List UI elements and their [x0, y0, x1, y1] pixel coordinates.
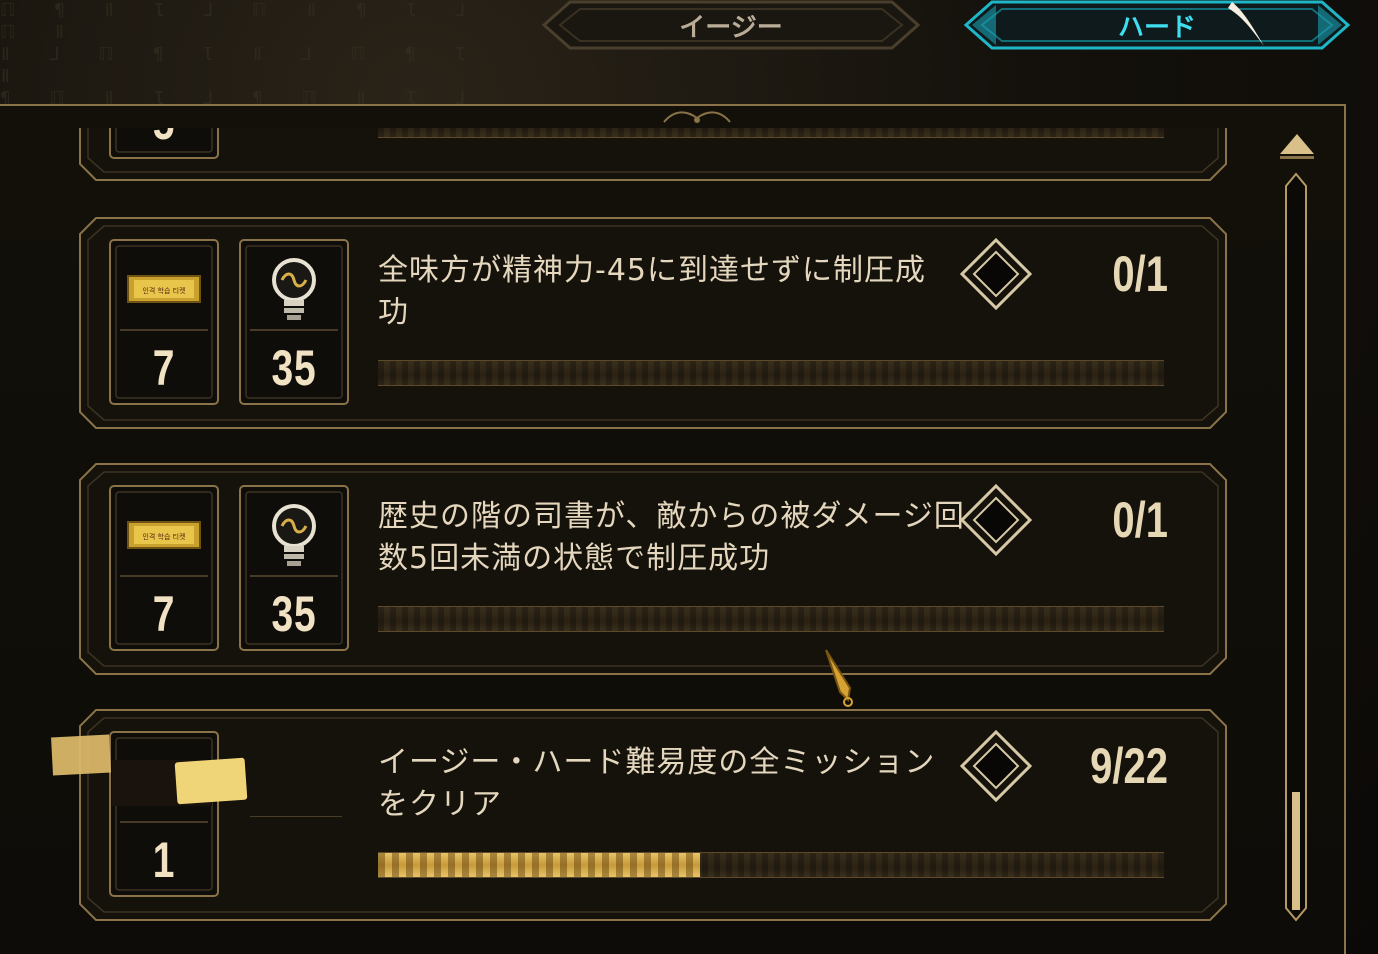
tape-decoration — [174, 757, 248, 805]
ticket-icon: 인격 학습 티켓 — [127, 521, 201, 549]
lightbulb-icon — [272, 258, 316, 320]
reward-count: 1 — [152, 832, 176, 888]
mission-description: 歴史の階の司書が、敵からの被ダメージ回数5回未満の状態で制圧成功 — [378, 499, 965, 576]
tab-easy-label: イージー — [679, 12, 783, 43]
tab-hard[interactable]: ハード — [962, 0, 1352, 50]
reward-slot-ticket[interactable]: 인격 학습 티켓 7 — [108, 238, 220, 406]
reward-count: 35 — [271, 340, 317, 396]
panel-ornament-icon — [663, 111, 731, 123]
mission-card: 인격 학습 티켓 7 35 歴史の階の司書が、敵からの被ダメージ回数5回未満の状… — [78, 462, 1228, 676]
progress-bar — [378, 606, 1164, 632]
background-glyph-texture: ℿ ¶ ǁ Ɩ ⅃ ℿ ǁ ¶ Ɩ ⅃ ℿ ǁǁ ⅃ ℿ ¶ Ɩ ǁ ⅃ ℿ ¶… — [0, 0, 480, 109]
reward-slot-censored[interactable]: 1 — [108, 730, 220, 898]
tab-easy[interactable]: イージー — [540, 0, 922, 50]
progress-bar — [378, 360, 1164, 386]
mission-description: イージー・ハード難易度の全ミッションをクリア — [378, 745, 936, 822]
reward-slot[interactable]: 5 — [108, 128, 220, 160]
mission-card: 1 イージー・ハード難易度の全ミッションをクリア 9/22 — [78, 708, 1228, 922]
diamond-icon — [960, 730, 1032, 802]
ticket-text: 인격 학습 티켓 — [142, 286, 186, 295]
progress-count: 9/22 — [1090, 738, 1168, 794]
diamond-icon — [960, 484, 1032, 556]
mission-description: 全味方が精神力-45に到達せずに制圧成功 — [378, 253, 926, 330]
scrollbar-thumb — [1292, 792, 1300, 910]
ticket-icon: 인격 학습 티켓 — [127, 275, 201, 303]
progress-bar — [378, 852, 1164, 878]
mission-card: 인격 학습 티켓 7 35 全味方が精神力-45に到達せずに制圧成功 0/1 — [78, 216, 1228, 430]
diamond-icon — [960, 238, 1032, 310]
reward-slot-ticket[interactable]: 인격 학습 티켓 7 — [108, 484, 220, 652]
scroll-up-arrow-icon[interactable] — [1278, 132, 1316, 160]
tape-decoration — [51, 734, 111, 776]
progress-bar — [378, 128, 1164, 138]
scrollbar[interactable] — [1284, 172, 1308, 922]
mission-list[interactable]: 5 인격 학습 티켓 7 — [0, 128, 1260, 954]
claw-scratch-icon — [1228, 2, 1264, 46]
mission-card: 5 — [78, 128, 1228, 182]
progress-count: 0/1 — [1112, 246, 1168, 302]
empty-slot-divider — [250, 816, 342, 817]
tab-hard-label: ハード — [1117, 12, 1196, 43]
reward-count: 5 — [120, 128, 207, 152]
reward-count: 7 — [152, 586, 176, 642]
reward-slot-lightbulb[interactable]: 35 — [238, 238, 350, 406]
ticket-text: 인격 학습 티켓 — [142, 532, 186, 541]
reward-count: 35 — [271, 586, 317, 642]
progress-count: 0/1 — [1112, 492, 1168, 548]
lightbulb-icon — [272, 504, 316, 566]
pen-nib-cursor-icon — [825, 649, 853, 707]
reward-count: 7 — [152, 340, 176, 396]
reward-slot-lightbulb[interactable]: 35 — [238, 484, 350, 652]
